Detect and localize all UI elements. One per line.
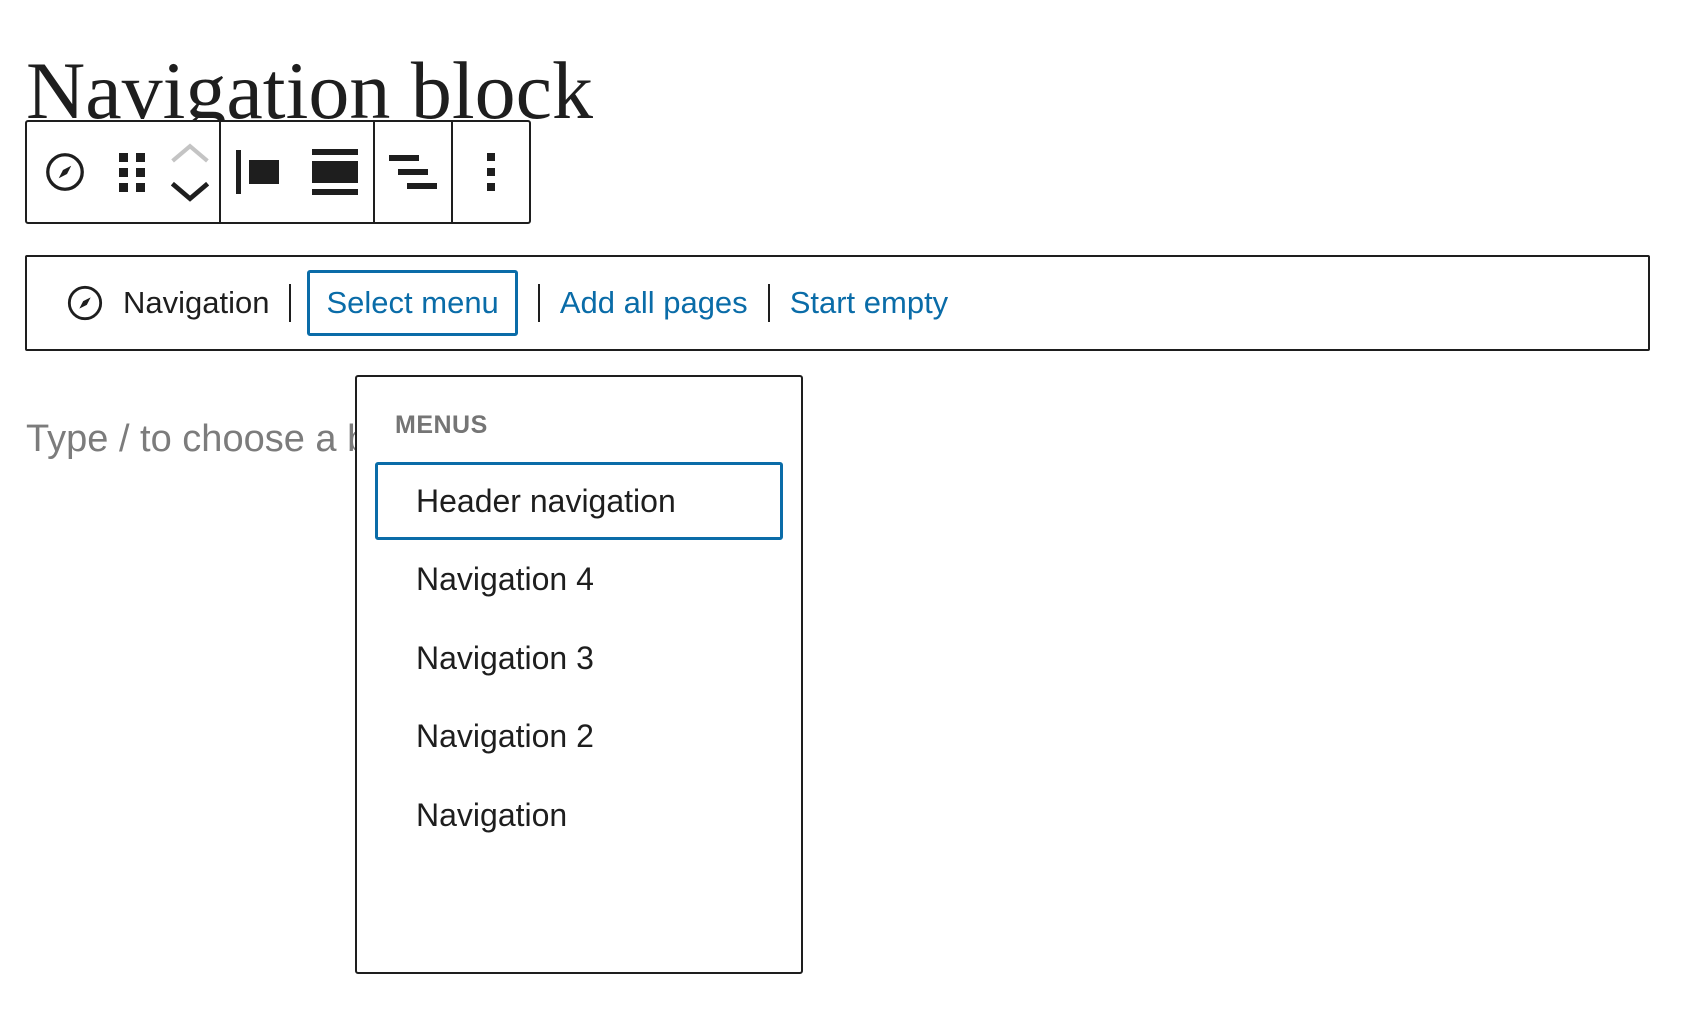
drag-handle-button[interactable] xyxy=(103,122,161,222)
justify-items-button[interactable] xyxy=(375,122,451,222)
menus-list: Header navigationNavigation 4Navigation … xyxy=(357,440,801,854)
menu-option-button[interactable]: Header navigation xyxy=(375,462,783,540)
menu-option-button[interactable]: Navigation xyxy=(375,776,783,854)
block-toolbar xyxy=(25,120,531,224)
menu-option-button[interactable]: Navigation 4 xyxy=(375,540,783,618)
placeholder-separator-3 xyxy=(768,284,770,322)
menu-list-item: Navigation 3 xyxy=(357,619,801,697)
toolbar-group-justify xyxy=(375,122,453,222)
drag-handle-icon xyxy=(119,153,145,191)
more-options-kebab-icon xyxy=(487,153,495,191)
menu-list-item: Header navigation xyxy=(357,462,801,540)
menu-list-item: Navigation xyxy=(357,776,801,854)
menu-option-button[interactable]: Navigation 2 xyxy=(375,697,783,775)
placeholder-separator-2 xyxy=(538,284,540,322)
align-left-icon xyxy=(236,150,282,194)
chevron-down-icon[interactable] xyxy=(171,181,209,202)
toolbar-group-block-controls xyxy=(27,122,221,222)
placeholder-separator-1 xyxy=(289,284,291,322)
select-menu-popover: MENUS Header navigationNavigation 4Navig… xyxy=(355,375,803,974)
navigation-block-placeholder: Navigation Select menu Add all pages Sta… xyxy=(25,255,1650,351)
block-type-switcher-button[interactable] xyxy=(27,122,103,222)
chevron-up-icon[interactable] xyxy=(171,142,209,163)
align-left-button[interactable] xyxy=(221,122,297,222)
compass-icon xyxy=(43,150,87,194)
menu-option-button[interactable]: Navigation 3 xyxy=(375,619,783,697)
align-wide-icon xyxy=(312,149,358,195)
block-movers xyxy=(161,122,219,222)
menu-list-item: Navigation 4 xyxy=(357,540,801,618)
add-all-pages-button[interactable]: Add all pages xyxy=(560,285,748,321)
start-empty-button[interactable]: Start empty xyxy=(790,285,949,321)
menus-group-label: MENUS xyxy=(357,377,801,440)
compass-icon xyxy=(65,283,105,323)
toolbar-group-alignment xyxy=(221,122,375,222)
menu-list-item: Navigation 2 xyxy=(357,697,801,775)
justify-items-icon xyxy=(389,152,437,192)
select-menu-button[interactable]: Select menu xyxy=(307,270,517,336)
block-movers-icons xyxy=(164,132,216,212)
navigation-placeholder-label-group: Navigation xyxy=(65,283,269,323)
toolbar-group-options xyxy=(453,122,529,222)
navigation-placeholder-label: Navigation xyxy=(123,285,269,321)
more-options-button[interactable] xyxy=(453,122,529,222)
align-wide-button[interactable] xyxy=(297,122,373,222)
